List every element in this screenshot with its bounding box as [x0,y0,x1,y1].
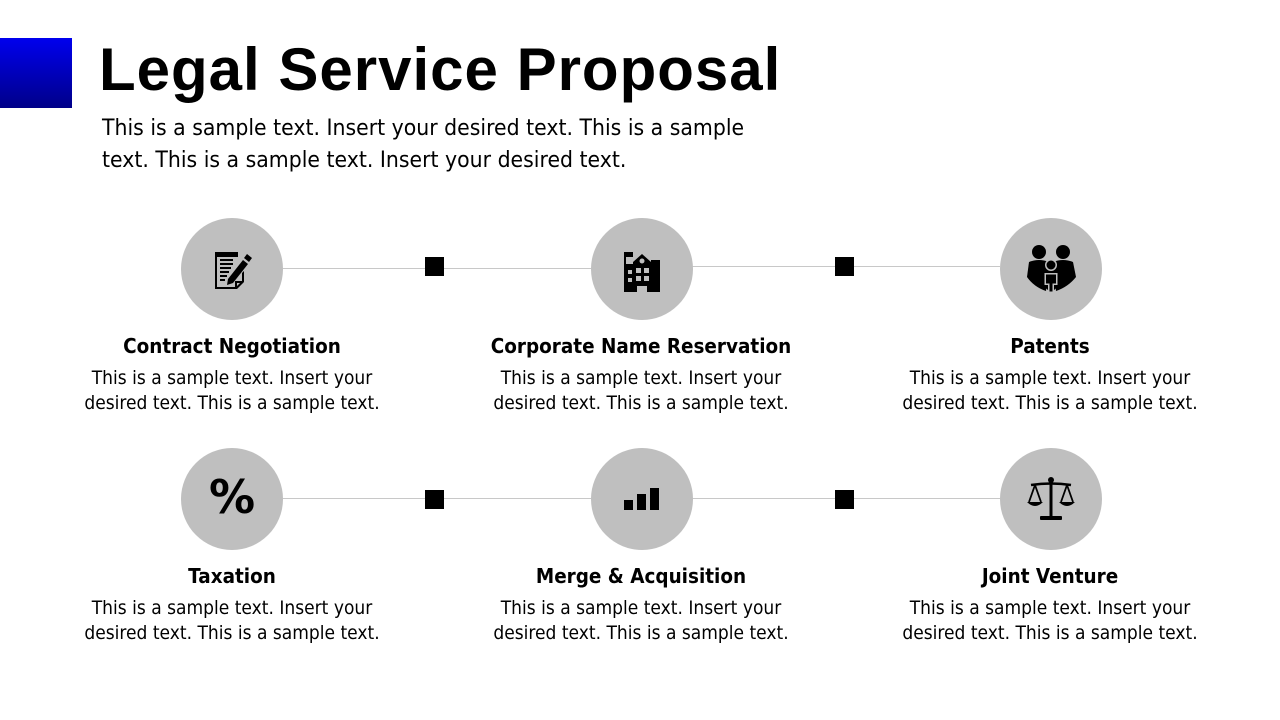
timeline-node [425,257,444,276]
page-subtitle: This is a sample text. Insert your desir… [102,116,745,173]
page-title: Legal Service Proposal [99,36,782,103]
service-title: Contract Negotiation [123,334,341,358]
bar-chart-icon [624,488,659,510]
service-icon-circle [181,218,283,320]
timeline-node [425,490,444,509]
service-title: Merge & Acquisition [535,564,747,588]
service-description: This is a sample text. Insert your desir… [84,367,380,414]
service-title: Corporate Name Reservation [490,334,792,358]
timeline-node [835,257,854,276]
scales-of-justice-icon [1027,477,1075,520]
contract-edit-icon [215,252,252,289]
timeline-node [835,490,854,509]
service-description: This is a sample text. Insert your desir… [493,367,789,414]
service-icon-circle [1000,218,1102,320]
service-description: This is a sample text. Insert your desir… [902,597,1198,644]
service-icon-circle [591,218,693,320]
school-building-icon [624,252,660,292]
service-title: Patents [1010,334,1090,358]
service-title: Joint Venture [981,564,1119,588]
service-icon-circle: % [181,448,283,550]
percent-icon: % [208,470,256,524]
service-icon-circle [1000,448,1102,550]
family-icon [1027,245,1076,293]
service-description: This is a sample text. Insert your desir… [493,597,789,644]
service-description: This is a sample text. Insert your desir… [902,367,1198,414]
service-description: This is a sample text. Insert your desir… [84,597,380,644]
service-icon-circle [591,448,693,550]
service-title: Taxation [188,564,276,588]
accent-block [0,38,72,108]
